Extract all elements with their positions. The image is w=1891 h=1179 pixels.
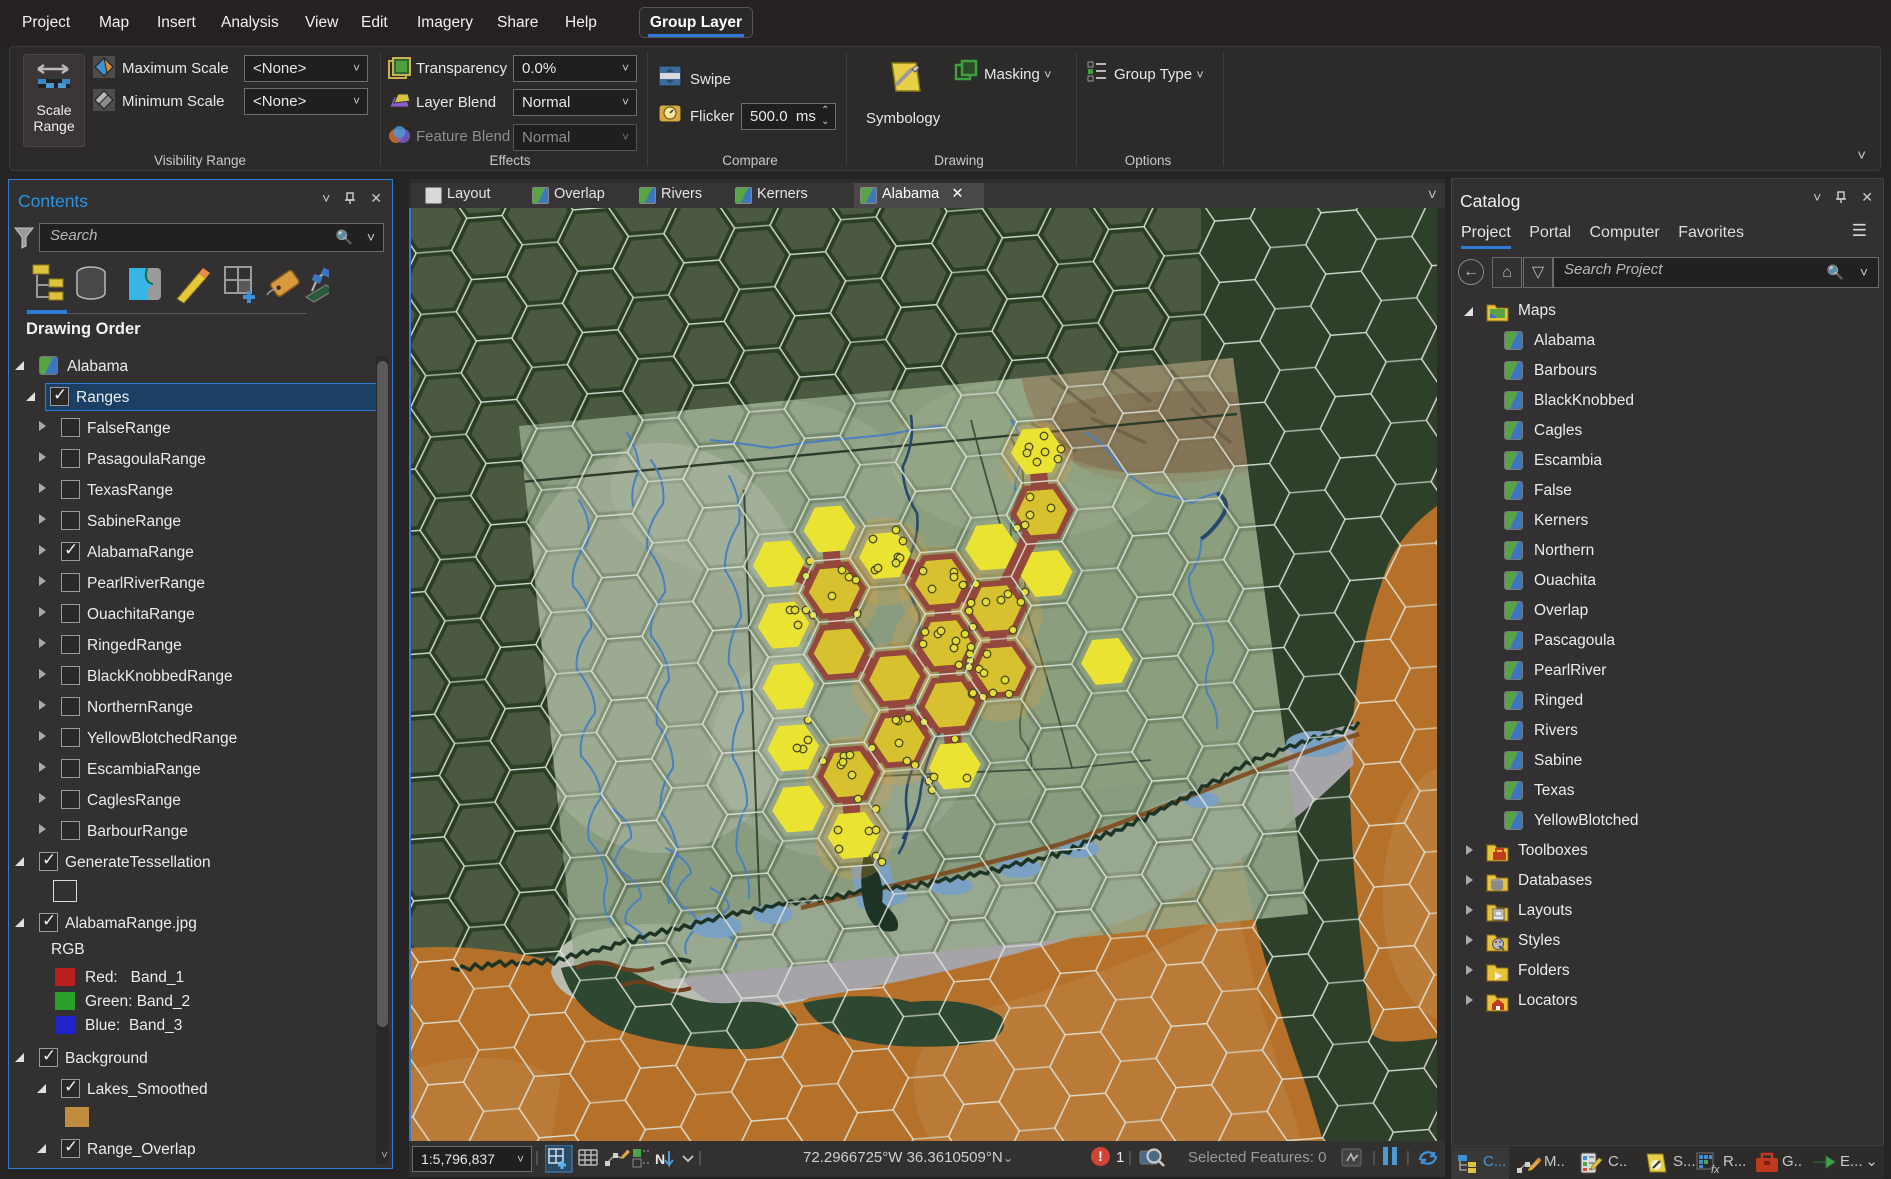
svg-text:fx: fx bbox=[1711, 1164, 1720, 1174]
svg-text:N: N bbox=[655, 1151, 665, 1167]
